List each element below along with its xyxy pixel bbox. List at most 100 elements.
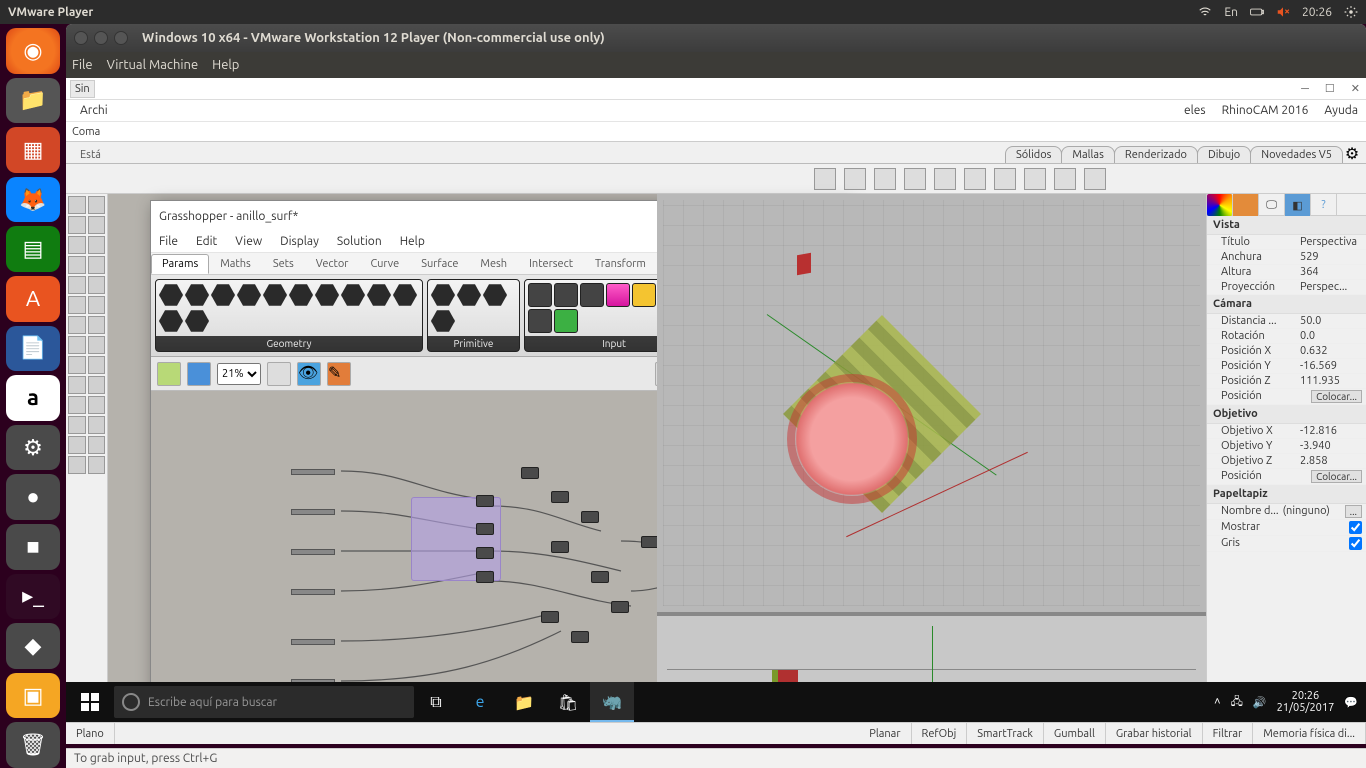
param-icon[interactable] <box>185 309 209 333</box>
win-max-icon[interactable]: ☐ <box>1325 82 1335 95</box>
menu-vm[interactable]: Virtual Machine <box>107 58 199 72</box>
ubuntu-clock[interactable]: 20:26 <box>1302 6 1332 19</box>
tool-icon[interactable] <box>88 416 106 434</box>
props-tab-layers[interactable] <box>1233 194 1259 216</box>
close-icon[interactable] <box>74 31 88 45</box>
component-node[interactable] <box>611 601 629 613</box>
language-indicator[interactable]: En <box>1224 6 1238 19</box>
gh-tab-vector[interactable]: Vector <box>305 254 360 274</box>
gh-menu-edit[interactable]: Edit <box>196 235 217 248</box>
tool-icon[interactable] <box>68 436 86 454</box>
tool-icon[interactable] <box>88 336 106 354</box>
component-node[interactable] <box>521 467 539 479</box>
prop-val[interactable]: Perspectiva <box>1300 236 1362 248</box>
sketch-icon[interactable]: ✎ <box>327 362 351 386</box>
start-button[interactable] <box>66 682 114 722</box>
prop-val[interactable]: (ninguno) <box>1283 505 1345 518</box>
rhino-side-label[interactable]: Archi <box>80 104 108 117</box>
tool-arrow-icon[interactable] <box>68 196 86 214</box>
param-icon[interactable] <box>263 283 287 307</box>
props-tab-help[interactable]: ? <box>1311 194 1337 216</box>
calc-icon[interactable]: ▤ <box>6 226 60 272</box>
settings-icon[interactable]: ⚙ <box>6 425 60 471</box>
prop-val[interactable]: 111.935 <box>1300 375 1362 387</box>
tool-icon[interactable] <box>88 436 106 454</box>
slider-node[interactable] <box>291 639 335 645</box>
param-icon[interactable] <box>528 283 552 307</box>
tool-icon[interactable] <box>88 456 106 474</box>
prop-val[interactable]: 2.858 <box>1300 455 1362 467</box>
prop-val[interactable]: -12.816 <box>1300 425 1362 437</box>
open-icon[interactable] <box>157 362 181 386</box>
maximize-icon[interactable] <box>114 31 128 45</box>
tool-icon[interactable] <box>88 316 106 334</box>
viewport-perspective[interactable] <box>657 194 1206 612</box>
param-icon[interactable] <box>289 283 313 307</box>
tool-icon[interactable] <box>814 168 836 190</box>
slider-node[interactable] <box>291 469 335 475</box>
tray-volume-icon[interactable]: 🔊 <box>1253 696 1267 709</box>
prop-val[interactable]: 529 <box>1300 251 1362 263</box>
gh-group-label[interactable]: Primitive <box>428 336 519 351</box>
param-icon[interactable] <box>483 283 507 307</box>
slider-node[interactable] <box>291 509 335 515</box>
prop-val[interactable]: -16.569 <box>1300 360 1362 372</box>
gh-menu-file[interactable]: File <box>159 235 178 248</box>
component-node[interactable] <box>581 511 599 523</box>
win-close-icon[interactable]: ✕ <box>1351 82 1360 95</box>
wifi-icon[interactable] <box>1198 5 1212 19</box>
param-icon[interactable] <box>237 283 261 307</box>
param-icon[interactable] <box>580 283 604 307</box>
param-icon[interactable] <box>554 309 578 333</box>
tool-icon[interactable] <box>934 168 956 190</box>
gh-tab-curve[interactable]: Curve <box>359 254 410 274</box>
gh-tab-intersect[interactable]: Intersect <box>518 254 584 274</box>
rhino-taskbar-icon[interactable]: 🦏 <box>590 682 634 722</box>
param-icon[interactable] <box>341 283 365 307</box>
component-node[interactable] <box>571 631 589 643</box>
tool-icon[interactable] <box>68 356 86 374</box>
gh-tab-maths[interactable]: Maths <box>209 254 262 274</box>
vmware-titlebar[interactable]: Windows 10 x64 - VMware Workstation 12 P… <box>66 24 1366 52</box>
tray-chevron-icon[interactable]: ˄ <box>1214 696 1220 708</box>
impress-icon[interactable]: ▦ <box>6 127 60 173</box>
zoom-select[interactable]: 21% <box>217 363 261 385</box>
tool-icon[interactable] <box>88 296 106 314</box>
colocar-button[interactable]: Colocar... <box>1311 470 1362 483</box>
tool-icon[interactable] <box>68 376 86 394</box>
tray-clock[interactable]: 20:26 21/05/2017 <box>1277 690 1335 714</box>
tool-icon[interactable] <box>844 168 866 190</box>
props-tab-display[interactable] <box>1207 194 1233 216</box>
tool-icon[interactable] <box>68 216 86 234</box>
tool-icon[interactable] <box>964 168 986 190</box>
trash-icon[interactable]: 🗑 <box>6 722 60 768</box>
tool-icon[interactable] <box>68 296 86 314</box>
param-icon[interactable] <box>367 283 391 307</box>
amazon-icon[interactable]: a <box>6 375 60 421</box>
status-gumball[interactable]: Gumball <box>1044 723 1106 744</box>
status-refobj[interactable]: RefObj <box>912 723 968 744</box>
tool-icon[interactable] <box>88 216 106 234</box>
gear-icon[interactable]: ⚙ <box>1342 144 1362 163</box>
param-icon[interactable] <box>606 283 630 307</box>
param-icon[interactable] <box>159 309 183 333</box>
param-icon[interactable] <box>211 283 235 307</box>
param-icon[interactable] <box>632 283 656 307</box>
props-tab-screen[interactable]: 🖵 <box>1259 194 1285 216</box>
gh-menu-display[interactable]: Display <box>280 235 319 248</box>
gris-checkbox[interactable] <box>1349 537 1362 550</box>
tool-icon[interactable] <box>68 256 86 274</box>
gh-menu-help[interactable]: Help <box>400 235 425 248</box>
tool-icon[interactable] <box>88 196 106 214</box>
rhino-menu-eles[interactable]: eles <box>1184 104 1206 117</box>
param-icon[interactable] <box>457 283 481 307</box>
tab-dibujo[interactable]: Dibujo <box>1197 146 1251 163</box>
param-icon[interactable] <box>393 283 417 307</box>
colocar-button[interactable]: Colocar... <box>1311 390 1362 403</box>
files-icon[interactable]: 📁 <box>6 78 60 124</box>
battery-icon[interactable] <box>1250 5 1264 19</box>
app-icon-1[interactable]: ● <box>6 474 60 520</box>
prop-val[interactable]: 0.0 <box>1300 330 1362 342</box>
terminal-icon[interactable]: ▸_ <box>6 574 60 620</box>
app-icon-2[interactable]: ■ <box>6 524 60 570</box>
